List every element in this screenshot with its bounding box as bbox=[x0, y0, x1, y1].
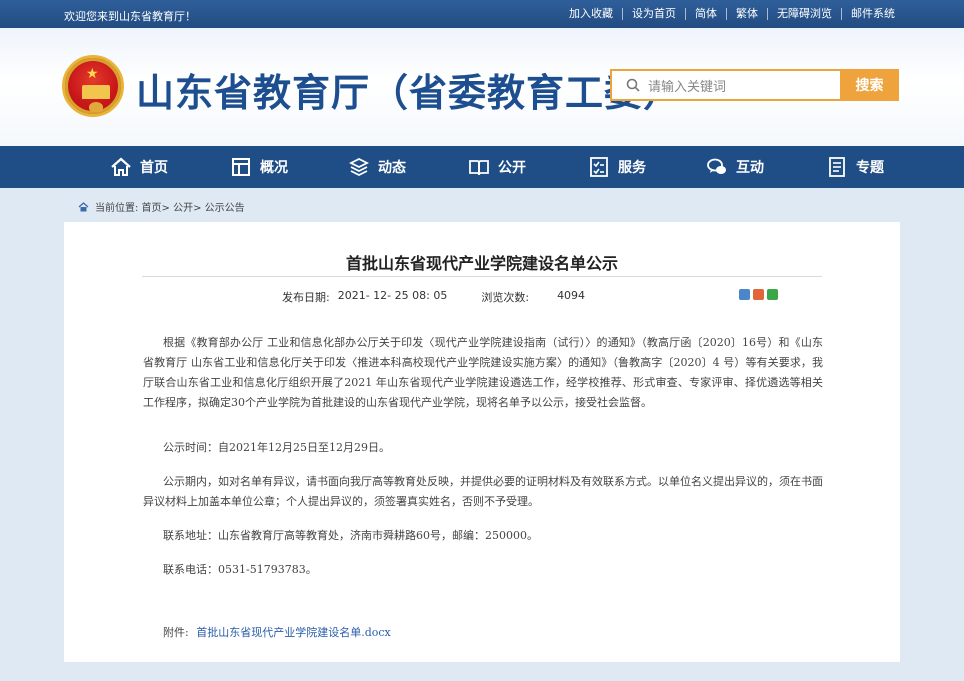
chat-icon bbox=[707, 158, 726, 174]
stack-icon bbox=[348, 157, 370, 177]
checklist-icon bbox=[590, 157, 608, 177]
national-emblem-icon: ★ bbox=[62, 55, 124, 117]
nav-item-overview[interactable]: 概况 bbox=[230, 146, 288, 188]
attachment-label: 附件: bbox=[163, 626, 189, 639]
publish-date: 2021- 12- 25 08: 05 bbox=[337, 289, 448, 302]
nav-item-interact[interactable]: 互动 bbox=[706, 146, 764, 188]
share-buttons bbox=[739, 289, 778, 300]
paragraph-1: 根据《教育部办公厅 工业和信息化部办公厅关于印发〈现代产业学院建设指南（试行）〉… bbox=[143, 336, 823, 409]
search-button[interactable]: 搜索 bbox=[840, 69, 899, 101]
views-label: 浏览次数: bbox=[481, 291, 530, 304]
article-panel: 首批山东省现代产业学院建设名单公示 发布日期: 2021- 12- 25 08:… bbox=[64, 222, 900, 662]
search-icon bbox=[626, 78, 640, 92]
top-bar: 欢迎您来到山东省教育厅！ 加入收藏 设为首页 简体 繁体 无障碍浏览 邮件系统 bbox=[0, 0, 964, 28]
mail-system-link[interactable]: 邮件系统 bbox=[841, 8, 904, 20]
paragraph-3: 公示期内，如对名单有异议，请书面向我厅高等教育处反映，并提供必要的证明材料及有效… bbox=[143, 475, 823, 508]
welcome-text: 欢迎您来到山东省教育厅！ bbox=[64, 10, 196, 23]
breadcrumb: 当前位置: 首页> 公开> 公示公告 bbox=[78, 199, 245, 214]
top-links: 加入收藏 设为首页 简体 繁体 无障碍浏览 邮件系统 bbox=[560, 8, 904, 20]
publish-label: 发布日期: bbox=[282, 291, 330, 304]
nav-item-service[interactable]: 服务 bbox=[588, 146, 646, 188]
paragraph-4: 联系地址：山东省教育厅高等教育处，济南市舜耕路60号，邮编：250000。 bbox=[163, 529, 538, 542]
search-placeholder: 请输入关键词 bbox=[648, 79, 727, 95]
title-divider bbox=[142, 276, 822, 277]
paragraph-5: 联系电话：0531-51793783。 bbox=[163, 563, 317, 576]
add-favorite-link[interactable]: 加入收藏 bbox=[560, 8, 622, 20]
attachment-link[interactable]: 首批山东省现代产业学院建设名单.docx bbox=[196, 626, 391, 639]
main-nav: 首页 概况 动态 公开 服务 互动 专题 bbox=[0, 146, 964, 188]
attachment: 附件: 首批山东省现代产业学院建设名单.docx bbox=[163, 624, 391, 640]
share-weibo-icon[interactable] bbox=[753, 289, 764, 300]
share-wechat-icon[interactable] bbox=[767, 289, 778, 300]
breadcrumb-text[interactable]: 当前位置: 首页> 公开> 公示公告 bbox=[95, 199, 245, 214]
book-icon bbox=[469, 160, 489, 176]
nav-item-topics[interactable]: 专题 bbox=[826, 146, 884, 188]
article-meta: 发布日期: 2021- 12- 25 08: 05 浏览次数: 4094 bbox=[282, 289, 585, 305]
home-icon bbox=[111, 157, 131, 176]
accessibility-link[interactable]: 无障碍浏览 bbox=[767, 8, 841, 20]
traditional-link[interactable]: 繁体 bbox=[726, 8, 767, 20]
share-qzone-icon[interactable] bbox=[739, 289, 750, 300]
simplified-link[interactable]: 简体 bbox=[685, 8, 726, 20]
nav-item-home[interactable]: 首页 bbox=[110, 146, 168, 188]
paragraph-2: 公示时间：自2021年12月25日至12月29日。 bbox=[163, 441, 390, 454]
window-icon bbox=[232, 158, 250, 176]
document-icon bbox=[829, 157, 845, 177]
set-homepage-link[interactable]: 设为首页 bbox=[622, 8, 685, 20]
nav-item-public[interactable]: 公开 bbox=[468, 146, 526, 188]
views-count: 4094 bbox=[557, 289, 586, 302]
search-input[interactable]: 请输入关键词 bbox=[610, 69, 840, 101]
nav-item-news[interactable]: 动态 bbox=[348, 146, 406, 188]
article-title: 首批山东省现代产业学院建设名单公示 bbox=[345, 254, 618, 273]
site-title: 山东省教育厅（省委教育工委） bbox=[136, 71, 683, 115]
home-small-icon bbox=[78, 201, 89, 211]
header: ★ 山东省教育厅（省委教育工委） 请输入关键词 搜索 bbox=[0, 28, 964, 146]
